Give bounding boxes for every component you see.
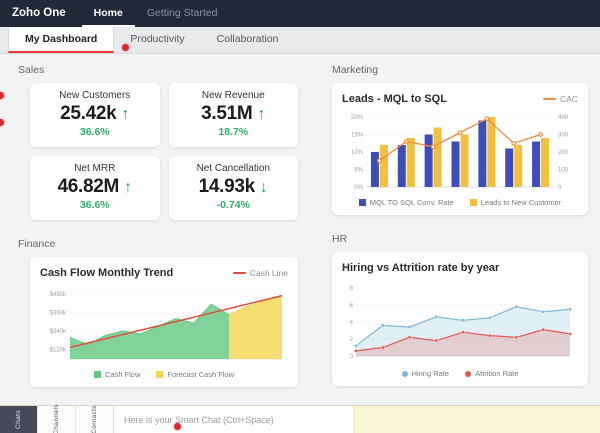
svg-text:4: 4 xyxy=(350,320,354,326)
legend-attrition-rate[interactable]: Attrition Rate xyxy=(465,369,518,378)
kpi-title: Net MRR xyxy=(74,163,116,174)
kpi-value: 25.42k xyxy=(60,103,117,124)
kpi-delta: -0.74% xyxy=(216,199,250,211)
cash-line-swatch xyxy=(232,272,246,274)
brand-logo: Zoho One xyxy=(12,7,66,19)
svg-text:$240k: $240k xyxy=(50,329,67,335)
trend-up-icon: ↑ xyxy=(121,106,130,123)
smart-chat-input[interactable] xyxy=(114,406,353,433)
kpi-title: New Customers xyxy=(59,90,131,101)
svg-text:2: 2 xyxy=(350,337,354,343)
kpi-title: Net Cancellation xyxy=(196,163,270,174)
cac-line-swatch xyxy=(543,98,557,100)
marketing-chart[interactable]: 0% 5% 10% 15% 20% 0 100 200 300 400 xyxy=(342,109,578,195)
chat-tab-chats[interactable]: Chats xyxy=(0,406,38,433)
smart-chat-input-wrap xyxy=(114,406,354,433)
tab-my-dashboard[interactable]: My Dashboard xyxy=(8,27,115,53)
sales-section-label: Sales xyxy=(18,64,45,76)
svg-text:20%: 20% xyxy=(351,115,364,121)
svg-text:5%: 5% xyxy=(354,168,363,174)
marketing-card[interactable]: Leads - MQL to SQL CAC 0% 5% 10% 15% 20% 0 100… xyxy=(332,83,588,215)
svg-text:400: 400 xyxy=(558,115,569,121)
kpi-card-new-customers[interactable]: New Customers 25.42k ↑ 36.6% xyxy=(30,83,160,147)
annotation-dot xyxy=(174,423,181,430)
nav-home[interactable]: Home xyxy=(82,0,135,27)
finance-card-title: Cash Flow Monthly Trend xyxy=(40,267,174,279)
svg-text:8: 8 xyxy=(350,286,354,292)
chat-tab-contacts[interactable]: Contacts xyxy=(76,405,114,433)
marketing-section-label: Marketing xyxy=(332,64,379,76)
chat-tab-channels[interactable]: Channels xyxy=(38,404,76,433)
sales-kpi-grid: New Customers 25.42k ↑ 36.6% New Revenue… xyxy=(30,83,298,220)
svg-text:300: 300 xyxy=(558,133,569,139)
cash-line-legend: Cash Line xyxy=(232,268,288,278)
legend-forecast-cash-flow[interactable]: Forecast Cash Flow xyxy=(156,370,234,379)
tab-collaboration[interactable]: Collaboration xyxy=(201,27,295,53)
trend-up-icon: ↑ xyxy=(257,106,266,123)
svg-text:$480k: $480k xyxy=(50,292,67,298)
legend-mql-sql[interactable]: MQL TO SQL Conv. Rate xyxy=(358,198,454,207)
hr-legend: Hiring Rate Attrition Rate xyxy=(342,369,578,378)
trend-down-icon: ↓ xyxy=(259,179,268,196)
legend-hiring-rate[interactable]: Hiring Rate xyxy=(401,369,449,378)
svg-text:6: 6 xyxy=(350,303,354,309)
hr-card-title: Hiring vs Attrition rate by year xyxy=(342,262,500,274)
kpi-card-new-revenue[interactable]: New Revenue 3.51M ↑ 18.7% xyxy=(168,83,298,147)
finance-legend: Cash Flow Forecast Cash Flow xyxy=(40,370,288,379)
kpi-delta: 36.6% xyxy=(79,199,110,211)
hr-card[interactable]: Hiring vs Attrition rate by year 0 2 4 6 8 H… xyxy=(332,252,588,386)
smart-chat-bar: Chats Channels Contacts xyxy=(0,404,600,433)
kpi-value: 46.82M xyxy=(57,176,120,197)
legend-leads-new-customer[interactable]: Leads to New Customer xyxy=(469,198,561,207)
svg-text:15%: 15% xyxy=(351,133,364,139)
hr-section-label: HR xyxy=(332,233,348,245)
cac-legend: CAC xyxy=(543,94,578,104)
svg-text:0%: 0% xyxy=(354,185,363,191)
svg-text:$360k: $360k xyxy=(50,311,67,317)
trend-up-icon: ↑ xyxy=(124,179,133,196)
kpi-value: 3.51M xyxy=(201,103,253,124)
legend-cash-flow[interactable]: Cash Flow xyxy=(93,370,140,379)
marketing-legend: MQL TO SQL Conv. Rate Leads to New Custo… xyxy=(342,198,578,207)
kpi-card-net-mrr[interactable]: Net MRR 46.82M ↑ 36.6% xyxy=(30,156,160,220)
finance-card[interactable]: Cash Flow Monthly Trend Cash Line $120k $… xyxy=(30,257,298,387)
svg-text:200: 200 xyxy=(558,150,569,156)
top-navbar: Zoho One Home Getting Started xyxy=(0,0,600,27)
marketing-card-title: Leads - MQL to SQL xyxy=(342,93,447,105)
svg-text:0: 0 xyxy=(350,354,354,360)
dashboard-content: Sales New Customers 25.42k ↑ 36.6% New R… xyxy=(0,54,600,405)
chat-bar-filler xyxy=(354,406,600,433)
kpi-card-net-cancellation[interactable]: Net Cancellation 14.93k ↓ -0.74% xyxy=(168,156,298,220)
dashboard-tabbar: My Dashboard Productivity Collaboration xyxy=(0,27,600,54)
right-column: Marketing Leads - MQL to SQL CAC 0% 5% 10%… xyxy=(332,62,588,405)
top-nav: Home Getting Started xyxy=(82,0,230,27)
kpi-delta: 36.6% xyxy=(79,126,110,138)
finance-chart[interactable]: $120k $240k $360k $480k xyxy=(40,283,288,367)
svg-text:10%: 10% xyxy=(351,150,364,156)
svg-text:100: 100 xyxy=(558,168,569,174)
kpi-value: 14.93k xyxy=(198,176,256,197)
svg-text:$120k: $120k xyxy=(50,348,67,354)
kpi-delta: 18.7% xyxy=(218,126,249,138)
left-column: Sales New Customers 25.42k ↑ 36.6% New R… xyxy=(18,62,298,405)
app-window: Zoho One Home Getting Started My Dashboa… xyxy=(0,0,600,433)
svg-text:0: 0 xyxy=(558,185,562,191)
finance-section-label: Finance xyxy=(18,238,56,250)
nav-getting-started[interactable]: Getting Started xyxy=(135,0,230,27)
hr-chart[interactable]: 0 2 4 6 8 xyxy=(342,278,578,366)
annotation-dot xyxy=(122,44,129,51)
kpi-title: New Revenue xyxy=(201,90,265,101)
